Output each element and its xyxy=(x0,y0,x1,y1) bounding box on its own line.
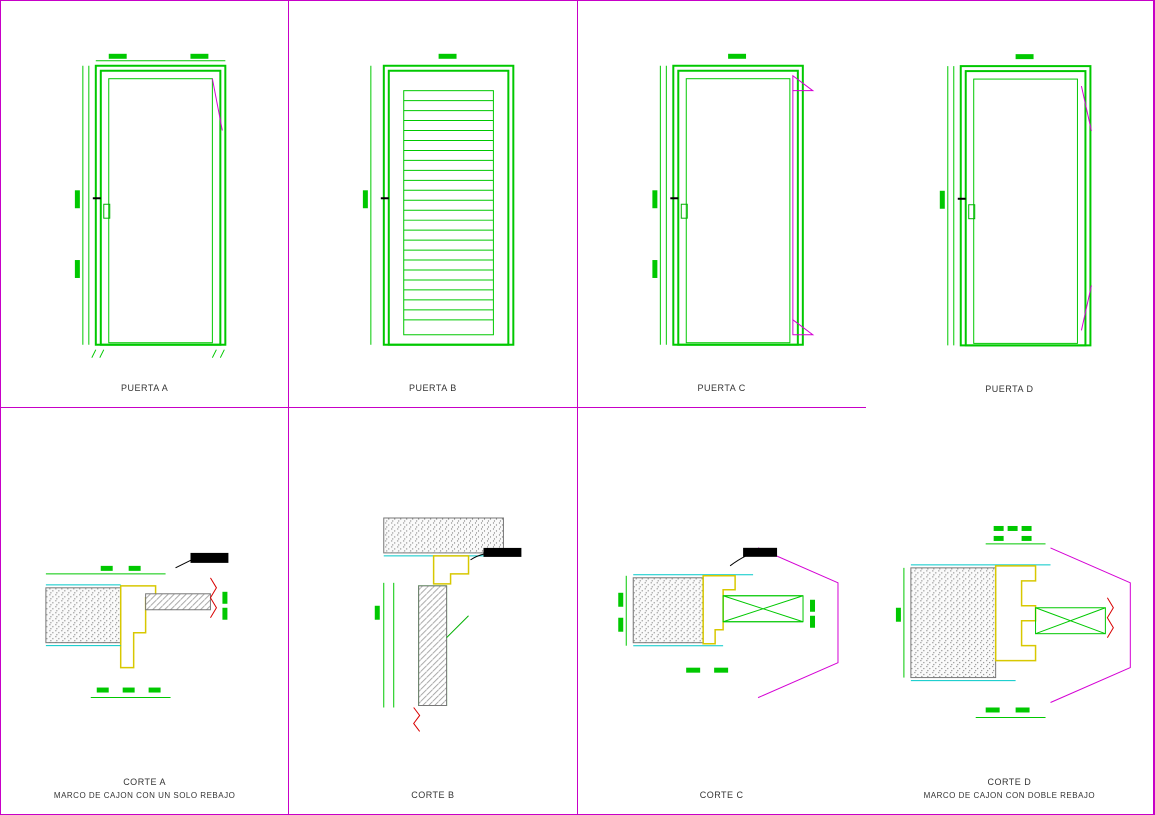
caption-puerta-c: PUERTA C xyxy=(578,383,866,393)
grid-layout: PUERTA A PUERTA B PUERTA C PUERTA D xyxy=(1,1,1154,814)
cell-corte-a: CORTE A MARCO DE CAJON CON UN SOLO REBAJ… xyxy=(1,408,289,815)
section-c-drawing xyxy=(578,408,866,815)
cell-puerta-a: PUERTA A xyxy=(1,1,289,408)
cell-puerta-b: PUERTA B xyxy=(289,1,577,408)
title: CORTE A xyxy=(123,777,166,787)
door-d-drawing xyxy=(866,1,1153,408)
caption-corte-b: CORTE B xyxy=(289,790,576,800)
drawing-sheet: PUERTA A PUERTA B PUERTA C PUERTA D xyxy=(0,0,1155,815)
caption-corte-d: CORTE D MARCO DE CAJON CON DOBLE REBAJO xyxy=(866,777,1153,800)
cell-puerta-d: PUERTA D xyxy=(866,1,1154,408)
cell-corte-c: CORTE C xyxy=(578,408,866,815)
section-d-drawing xyxy=(866,408,1153,815)
caption-puerta-b: PUERTA B xyxy=(289,383,576,393)
subtitle: MARCO DE CAJON CON DOBLE REBAJO xyxy=(866,791,1153,800)
cell-puerta-c: PUERTA C xyxy=(578,1,866,408)
cell-corte-d: CORTE D MARCO DE CAJON CON DOBLE REBAJO xyxy=(866,408,1154,815)
cell-corte-b: CORTE B xyxy=(289,408,577,815)
caption-corte-a: CORTE A MARCO DE CAJON CON UN SOLO REBAJ… xyxy=(1,777,288,800)
subtitle: MARCO DE CAJON CON UN SOLO REBAJO xyxy=(1,791,288,800)
title: CORTE B xyxy=(411,790,454,800)
title: CORTE C xyxy=(700,790,744,800)
caption-corte-c: CORTE C xyxy=(578,790,866,800)
title: CORTE D xyxy=(987,777,1031,787)
caption-puerta-a: PUERTA A xyxy=(1,383,288,393)
door-c-drawing xyxy=(578,1,866,407)
door-a-drawing xyxy=(1,1,288,407)
title: PUERTA A xyxy=(121,383,168,393)
section-b-drawing xyxy=(289,408,576,815)
title: PUERTA D xyxy=(985,384,1033,394)
caption-puerta-d: PUERTA D xyxy=(866,384,1153,394)
door-b-drawing xyxy=(289,1,576,407)
section-a-drawing xyxy=(1,408,288,815)
title: PUERTA B xyxy=(409,383,457,393)
title: PUERTA C xyxy=(698,383,746,393)
